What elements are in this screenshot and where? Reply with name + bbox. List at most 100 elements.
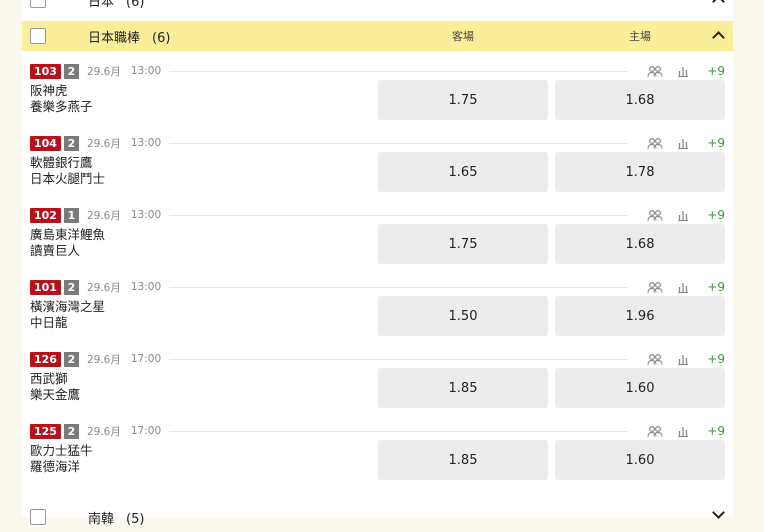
team-away: 西武獅: [30, 371, 68, 386]
bar-chart-icon[interactable]: [675, 352, 691, 366]
match-date: 29.6月: [86, 281, 121, 294]
team-names: 廣島東洋鯉魚 讀賣巨人: [30, 227, 105, 259]
team-away: 歐力士猛牛: [30, 443, 93, 458]
more-markets-link[interactable]: +9: [707, 352, 725, 366]
league-checkbox[interactable]: [30, 28, 46, 44]
odd-home-button[interactable]: 1.68: [555, 80, 725, 120]
odd-home-button[interactable]: 1.60: [555, 368, 725, 408]
match-code-badge: 102: [30, 207, 61, 223]
match-row: 126 2 29.6月 17:00 +9 西武獅 樂天金鷹 1.85 1.60: [22, 347, 733, 419]
divider: [169, 70, 628, 72]
match-tier-badge: 2: [63, 135, 79, 151]
odd-home-button[interactable]: 1.78: [555, 152, 725, 192]
match-meta: 102 1 29.6月 13:00 +9: [30, 207, 733, 223]
match-row: 102 1 29.6月 13:00 +9 廣島東洋鯉魚 讀賣巨人 1.75 1.…: [22, 203, 733, 275]
team-home: 養樂多燕子: [30, 99, 93, 114]
odd-away-button[interactable]: 1.65: [378, 152, 548, 192]
more-markets-link[interactable]: +9: [707, 424, 725, 438]
league-checkbox[interactable]: [30, 509, 46, 525]
bar-chart-icon[interactable]: [675, 208, 691, 222]
match-date: 29.6月: [86, 65, 121, 78]
team-home: 羅德海洋: [30, 459, 81, 474]
league-title: 南韓 (5): [88, 511, 145, 527]
match-time: 17:00: [130, 353, 162, 365]
match-date: 29.6月: [86, 137, 121, 150]
league-title: 日本職棒 (6): [88, 30, 171, 46]
column-header-home: 主場: [629, 30, 651, 43]
match-row: 104 2 29.6月 13:00 +9 軟體銀行鷹 日本火腿鬥士 1.65 1…: [22, 131, 733, 203]
match-meta: 125 2 29.6月 17:00 +9: [30, 423, 733, 439]
team-away: 廣島東洋鯉魚: [30, 227, 106, 242]
more-markets-link[interactable]: +9: [707, 280, 725, 294]
people-icon[interactable]: [647, 136, 663, 150]
match-row: 125 2 29.6月 17:00 +9 歐力士猛牛 羅德海洋 1.85 1.6…: [22, 419, 733, 491]
match-date: 29.6月: [86, 209, 121, 222]
match-meta: 104 2 29.6月 13:00 +9: [30, 135, 733, 151]
team-home: 樂天金鷹: [30, 387, 81, 402]
team-names: 西武獅 樂天金鷹: [30, 371, 80, 403]
divider: [169, 358, 628, 360]
team-away: 阪神虎: [30, 83, 68, 98]
odd-home-button[interactable]: 1.96: [555, 296, 725, 336]
bar-chart-icon[interactable]: [675, 136, 691, 150]
odd-away-button[interactable]: 1.75: [378, 80, 548, 120]
odd-home-button[interactable]: 1.60: [555, 440, 725, 480]
match-meta: 103 2 29.6月 13:00 +9: [30, 63, 733, 79]
bar-chart-icon[interactable]: [675, 280, 691, 294]
match-date: 29.6月: [86, 425, 121, 438]
match-tier-badge: 1: [63, 207, 79, 223]
match-row: 103 2 29.6月 13:00 +9 阪神虎 養樂多燕子 1.75 1.68: [22, 59, 733, 131]
team-home: 中日龍: [30, 315, 68, 330]
more-markets-link[interactable]: +9: [707, 64, 725, 78]
match-date: 29.6月: [86, 353, 121, 366]
people-icon[interactable]: [647, 424, 663, 438]
chevron-up-icon[interactable]: [712, 0, 725, 8]
match-meta: 101 2 29.6月 13:00 +9: [30, 279, 733, 295]
column-header-away: 客場: [452, 30, 474, 43]
match-code-badge: 101: [30, 279, 61, 295]
match-meta: 126 2 29.6月 17:00 +9: [30, 351, 733, 367]
people-icon[interactable]: [647, 64, 663, 78]
match-tier-badge: 2: [63, 63, 79, 79]
team-away: 軟體銀行鷹: [30, 155, 93, 170]
match-time: 13:00: [130, 281, 162, 293]
divider: [169, 214, 628, 216]
league-header-japan[interactable]: 日本 (6): [22, 0, 733, 15]
odd-away-button[interactable]: 1.50: [378, 296, 548, 336]
more-markets-link[interactable]: +9: [707, 208, 725, 222]
match-code-badge: 126: [30, 351, 61, 367]
bar-chart-icon[interactable]: [675, 64, 691, 78]
team-names: 歐力士猛牛 羅德海洋: [30, 443, 93, 475]
match-tier-badge: 2: [63, 279, 79, 295]
league-header-npb[interactable]: 日本職棒 (6) 客場 主場: [22, 21, 733, 51]
match-time: 13:00: [130, 137, 162, 149]
match-tier-badge: 2: [63, 351, 79, 367]
team-home: 日本火腿鬥士: [30, 171, 106, 186]
team-names: 阪神虎 養樂多燕子: [30, 83, 93, 115]
league-checkbox[interactable]: [30, 0, 46, 8]
odd-away-button[interactable]: 1.85: [378, 368, 548, 408]
team-home: 讀賣巨人: [30, 243, 81, 258]
people-icon[interactable]: [647, 280, 663, 294]
odd-away-button[interactable]: 1.85: [378, 440, 548, 480]
league-header-korea[interactable]: 南韓 (5): [22, 502, 733, 532]
match-tier-badge: 2: [63, 423, 79, 439]
odd-away-button[interactable]: 1.75: [378, 224, 548, 264]
people-icon[interactable]: [647, 352, 663, 366]
divider: [169, 430, 628, 432]
bar-chart-icon[interactable]: [675, 424, 691, 438]
more-markets-link[interactable]: +9: [707, 136, 725, 150]
team-names: 橫濱海灣之星 中日龍: [30, 299, 105, 331]
chevron-up-icon[interactable]: [712, 31, 725, 44]
divider: [169, 286, 628, 288]
team-away: 橫濱海灣之星: [30, 299, 106, 314]
match-time: 17:00: [130, 425, 162, 437]
match-code-badge: 103: [30, 63, 61, 79]
divider: [169, 142, 628, 144]
match-code-badge: 125: [30, 423, 61, 439]
league-title: 日本 (6): [88, 0, 145, 10]
people-icon[interactable]: [647, 208, 663, 222]
odd-home-button[interactable]: 1.68: [555, 224, 725, 264]
match-time: 13:00: [130, 209, 162, 221]
match-code-badge: 104: [30, 135, 61, 151]
